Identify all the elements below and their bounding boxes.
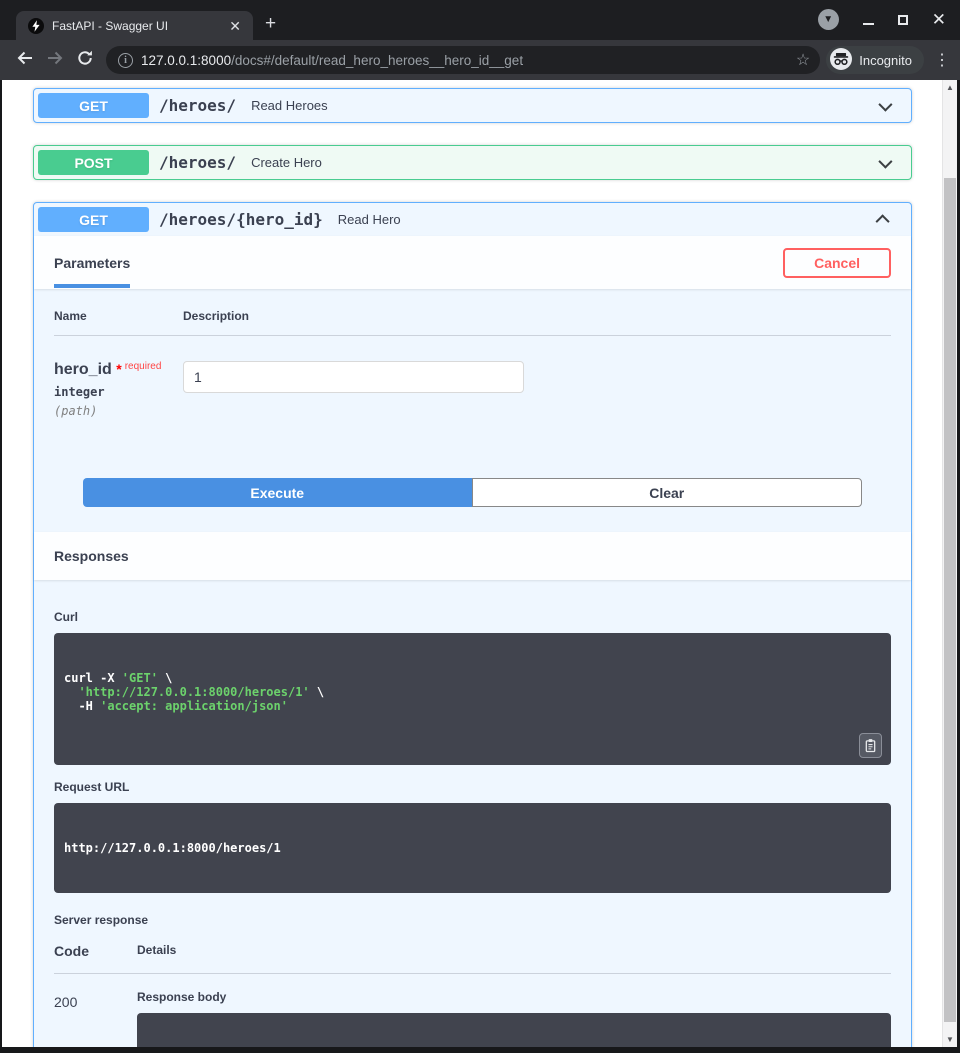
tab-parameters[interactable]: Parameters [54, 255, 131, 288]
response-body-block: { "name": "Deadpond", "secret_name": "Di… [137, 1013, 891, 1047]
request-url-label: Request URL [54, 780, 130, 794]
scrollbar-up-icon[interactable]: ▲ [943, 83, 957, 92]
scrollbar-thumb[interactable] [944, 178, 956, 1022]
window-close-button[interactable]: ✕ [932, 11, 946, 28]
column-header-code: Code [54, 943, 89, 959]
parameters-section-header: Parameters Cancel [34, 236, 911, 289]
incognito-badge: Incognito [826, 46, 924, 74]
opblock-summary[interactable]: POST /heroes/ Create Hero [34, 146, 911, 179]
op-summary-text: Create Hero [251, 155, 322, 170]
clear-button[interactable]: Clear [471, 478, 862, 507]
opblock-get-hero-by-id: GET /heroes/{hero_id} Read Hero Paramete… [33, 202, 912, 1047]
cancel-button[interactable]: Cancel [783, 247, 891, 278]
chevron-down-icon[interactable] [878, 154, 893, 169]
maximize-button[interactable] [897, 14, 908, 25]
site-info-icon[interactable]: i [118, 52, 133, 68]
fastapi-favicon-icon [28, 17, 44, 34]
browser-toolbar: i 127.0.0.1:8000/docs#/default/read_hero… [0, 40, 960, 80]
copy-to-clipboard-icon[interactable] [859, 733, 882, 758]
column-header-details: Details [137, 943, 177, 957]
page-scrollbar[interactable]: ▲ ▼ [942, 80, 957, 1047]
responses-section-header: Responses [34, 532, 911, 580]
minimize-button[interactable] [862, 22, 874, 25]
url-path: /docs#/default/read_hero_heroes__hero_id… [231, 52, 524, 68]
param-name: hero_id [54, 361, 112, 378]
op-path: /heroes/ [159, 153, 237, 172]
address-bar[interactable]: i 127.0.0.1:8000/docs#/default/read_hero… [106, 46, 821, 74]
required-asterisk: * [116, 361, 122, 377]
responses-title: Responses [54, 548, 129, 564]
request-url-value: http://127.0.0.1:8000/heroes/1 [64, 841, 281, 855]
parameter-row: hero_id * required integer (path) [54, 336, 891, 418]
curl-command: curl -X 'GET' \ 'http://127.0.0.1:8000/h… [64, 671, 325, 713]
parameters-area: Name Description hero_id * required integ… [34, 289, 911, 507]
opblock-get-heroes: GET /heroes/ Read Heroes [33, 88, 912, 123]
incognito-label: Incognito [859, 52, 912, 68]
param-type: integer [54, 385, 105, 399]
response-body-label: Response body [137, 990, 227, 1004]
method-badge-get: GET [38, 207, 149, 232]
method-badge-get: GET [38, 93, 149, 118]
chevron-down-icon[interactable] [878, 97, 893, 112]
new-tab-button[interactable]: + [265, 14, 276, 33]
column-header-name: Name [54, 309, 87, 323]
scrollbar-down-icon[interactable]: ▼ [943, 1035, 957, 1044]
responses-inner: Curl curl -X 'GET' \ 'http://127.0.0.1:8… [34, 610, 911, 1047]
required-label: required [124, 361, 162, 372]
tab-search-icon[interactable]: ▼ [817, 9, 839, 30]
column-header-description: Description [183, 309, 250, 323]
op-path: /heroes/ [159, 96, 237, 115]
opblock-post-heroes: POST /heroes/ Create Hero [33, 145, 912, 180]
method-badge-post: POST [38, 150, 149, 175]
page-viewport: GET /heroes/ Read Heroes POST /heroes/ C… [2, 80, 957, 1047]
opblock-summary[interactable]: GET /heroes/ Read Heroes [34, 89, 911, 122]
execute-button[interactable]: Execute [83, 478, 472, 507]
tab-title: FastAPI - Swagger UI [52, 18, 169, 33]
op-path: /heroes/{hero_id} [159, 210, 323, 229]
browser-menu-icon[interactable]: ⋮ [934, 50, 950, 70]
param-location: (path) [54, 404, 98, 418]
url-text: 127.0.0.1:8000/docs#/default/read_hero_h… [141, 53, 788, 68]
curl-label: Curl [54, 610, 78, 624]
hero-id-input[interactable] [183, 361, 524, 393]
browser-tab[interactable]: FastAPI - Swagger UI ✕ [16, 11, 253, 40]
incognito-icon [830, 47, 853, 73]
browser-tabstrip: FastAPI - Swagger UI ✕ + ▼ ✕ [0, 0, 960, 40]
bookmark-star-icon[interactable]: ☆ [796, 50, 810, 70]
opblock-summary[interactable]: GET /heroes/{hero_id} Read Hero [34, 203, 911, 236]
chevron-up-icon[interactable] [875, 213, 890, 228]
tab-close-icon[interactable]: ✕ [225, 19, 245, 33]
request-url-block: http://127.0.0.1:8000/heroes/1 [54, 803, 891, 893]
back-icon[interactable] [10, 49, 40, 72]
op-summary-text: Read Heroes [251, 98, 328, 113]
curl-code-block: curl -X 'GET' \ 'http://127.0.0.1:8000/h… [54, 633, 891, 765]
forward-icon[interactable] [40, 49, 70, 72]
url-host: 127.0.0.1:8000 [141, 52, 232, 68]
op-summary-text: Read Hero [337, 212, 401, 227]
status-code: 200 [54, 994, 78, 1010]
reload-icon[interactable] [70, 49, 100, 72]
response-row: 200 Response body { "name": "Deadpond", … [54, 990, 891, 1047]
server-response-label: Server response [54, 913, 149, 927]
